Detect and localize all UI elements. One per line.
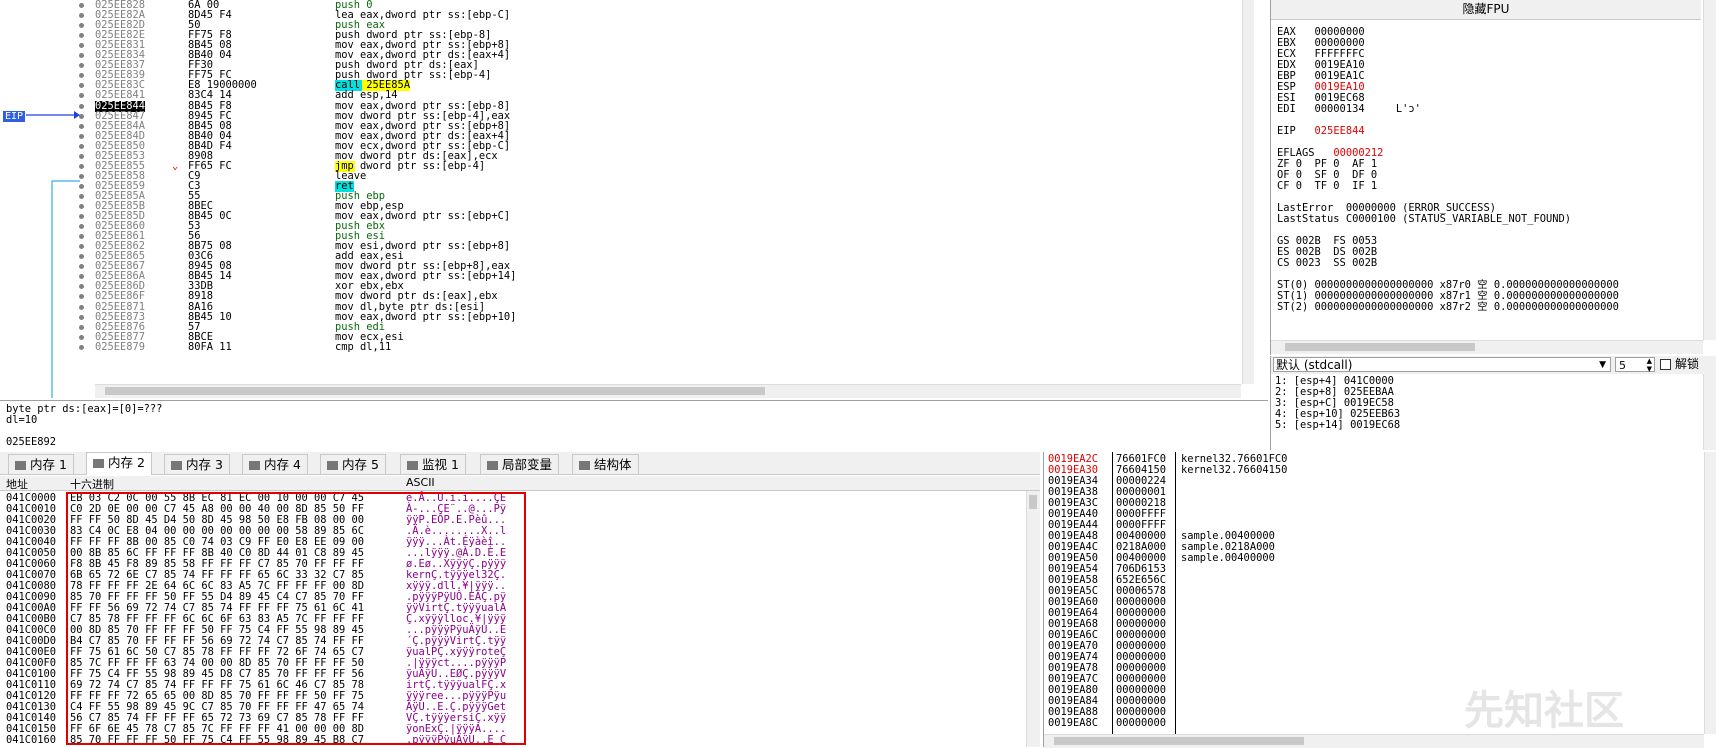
- stack-comment: sample.00400000: [1181, 552, 1275, 564]
- unlock-label: 解锁: [1675, 357, 1700, 371]
- registers-pane[interactable]: 隐藏FPU EAX 00000000 EBX 00000000 ECX FFFFFF…: [1270, 0, 1716, 355]
- stack-pane[interactable]: 0019EA2C 76601FC0 kernel32.76601FC0 0019EA3…: [1043, 452, 1716, 748]
- register-line[interactable]: EIP 025EE844: [1277, 125, 1365, 137]
- tab-icon: [487, 461, 498, 470]
- argument-row[interactable]: 5: [esp+14] 0019EC68: [1275, 420, 1400, 431]
- tab-icon: [407, 461, 418, 470]
- info-pane: byte ptr ds:[eax]=[0]=??? dl=10 025EE892: [0, 400, 1268, 448]
- call-convention-bar: 默认 (stdcall) ▼ 5 ▲ ▼ 解锁: [1270, 356, 1716, 374]
- chevron-down-icon: ▼: [1599, 360, 1606, 370]
- regs-vscroll[interactable]: [1703, 0, 1716, 340]
- col-ascii[interactable]: ASCII: [406, 476, 435, 489]
- stack-comment: kernel32.76604150: [1181, 464, 1288, 476]
- stack-hscroll[interactable]: [1044, 734, 1704, 748]
- tab-label: 监视 1: [422, 457, 459, 472]
- arguments-pane[interactable]: 1: [esp+4] 041C0000 2: [esp+8] 025EEBAA 3:…: [1270, 374, 1716, 450]
- tab-2[interactable]: 内存 2: [86, 452, 152, 475]
- watermark: 先知社区: [1464, 688, 1624, 734]
- branch-arrows: [26, 111, 80, 398]
- tab-1[interactable]: 内存 1: [8, 454, 74, 474]
- tab-icon: [249, 461, 260, 470]
- tab-icon: [327, 461, 338, 470]
- disasm-hscroll[interactable]: [95, 384, 1241, 398]
- tab-icon: [93, 459, 104, 468]
- stack-vscroll[interactable]: [1704, 452, 1716, 734]
- regs-hscroll[interactable]: [1271, 340, 1703, 354]
- disasm-address: 025EE879: [95, 340, 146, 353]
- tab-label: 内存 1: [30, 457, 67, 472]
- tab-label: 局部变量: [502, 457, 553, 472]
- spin-arrows-icon: ▲ ▼: [1646, 357, 1652, 373]
- stack-value: 00000000: [1116, 717, 1167, 729]
- selection-highlight: [66, 492, 526, 745]
- register-line[interactable]: LastStatus C0000100 (STATUS_VARIABLE_NOT…: [1277, 213, 1571, 225]
- col-address[interactable]: 地址: [6, 476, 28, 492]
- tab-icon: [171, 461, 182, 470]
- disasm-bytes: 80FA 11: [188, 340, 232, 353]
- dump-header: 地址 十六进制 ASCII: [0, 476, 1040, 491]
- tab-4[interactable]: 内存 4: [242, 454, 308, 474]
- tab-8[interactable]: 结构体: [572, 454, 639, 474]
- tab-label: 内存 5: [342, 457, 379, 472]
- disasm-instruction: cmp dl,11: [335, 340, 392, 353]
- tab-5[interactable]: 内存 5: [320, 454, 386, 474]
- tab-7[interactable]: 局部变量: [480, 454, 560, 474]
- info-line-3: 025EE892: [6, 436, 57, 448]
- stack-address: 0019EA8C: [1048, 717, 1099, 729]
- dump-vscroll[interactable]: [1026, 491, 1040, 747]
- disasm-row[interactable]: 025EE879 80FA 11 cmp dl,11: [0, 340, 1240, 353]
- tab-icon: [15, 461, 26, 470]
- unlock-checkbox[interactable]: [1660, 359, 1671, 370]
- tab-label: 内存 4: [264, 457, 301, 472]
- tab-label: 内存 2: [108, 455, 145, 470]
- call-convention-value: 默认 (stdcall): [1276, 358, 1353, 372]
- tab-icon: [579, 461, 590, 470]
- memory-dump[interactable]: 041C0000 EB 03 C2 0C 00 55 8B EC 81 EC 00…: [0, 491, 1040, 747]
- dump-tabs: 内存 1 内存 2 内存 3 内存 4 内存 5 监视 1 局部变量 结构体: [0, 452, 1040, 475]
- register-line[interactable]: EDI 00000134 L'ɔ': [1277, 103, 1421, 115]
- arg-count-stepper[interactable]: 5 ▲ ▼: [1615, 357, 1655, 373]
- info-line-2: dl=10: [6, 414, 38, 426]
- tab-label: 内存 3: [186, 457, 223, 472]
- tab-6[interactable]: 监视 1: [400, 454, 466, 474]
- register-line[interactable]: ST(2) 0000000000000000000 x87r2 空 0.0000…: [1277, 301, 1619, 313]
- register-line[interactable]: CS 0023 SS 002B: [1277, 257, 1377, 269]
- tab-label: 结构体: [594, 457, 632, 472]
- register-line[interactable]: CF 0 TF 0 IF 1: [1277, 180, 1377, 192]
- hide-fpu-button[interactable]: 隐藏FPU: [1271, 0, 1701, 20]
- register-list[interactable]: EAX 00000000 EBX 00000000 ECX FFFFFFFC EDX …: [1271, 26, 1701, 326]
- disassembly-pane[interactable]: 025EE828 6A 00 push 0 025EE82A 8D45 F4 lea ea…: [0, 0, 1254, 398]
- tab-3[interactable]: 内存 3: [164, 454, 230, 474]
- col-hex[interactable]: 十六进制: [70, 476, 114, 492]
- dump-address: 041C0160: [6, 734, 57, 746]
- disasm-vscroll[interactable]: [1242, 0, 1254, 384]
- call-convention-select[interactable]: 默认 (stdcall) ▼: [1273, 357, 1611, 372]
- arg-count-value: 5: [1619, 359, 1626, 372]
- args-vscroll[interactable]: [1703, 374, 1716, 450]
